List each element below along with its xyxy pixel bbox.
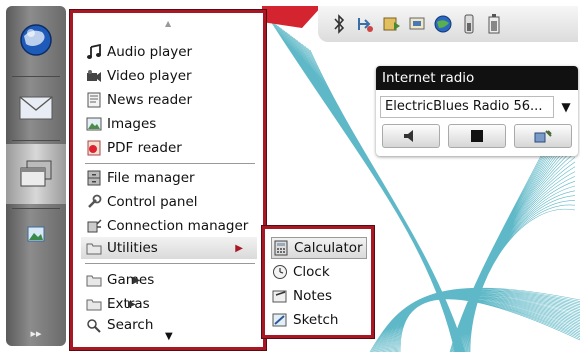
speaker-icon	[404, 130, 413, 142]
stop-button[interactable]	[448, 124, 506, 148]
menu-item-label: Images	[107, 116, 157, 132]
taskbar-expand-button[interactable]: ▸▸	[6, 322, 66, 344]
expand-icon: ▸▸	[30, 326, 42, 340]
volume-button[interactable]	[382, 124, 440, 148]
wrench-icon	[85, 194, 103, 210]
submenu-item-label: Notes	[293, 288, 332, 304]
utilities-submenu: Calculator Clock Notes Sketch	[262, 226, 374, 338]
scroll-down-indicator[interactable]: ▼	[165, 331, 173, 342]
taskbar-divider	[12, 140, 60, 141]
taskbar-divider	[12, 208, 60, 209]
radio-settings-icon	[534, 130, 552, 143]
status-bar	[318, 6, 578, 42]
clock-icon	[271, 264, 289, 280]
submenu-item-notes[interactable]: Notes	[271, 285, 332, 307]
menu-item-label: Games	[107, 272, 155, 288]
menu-item-label: Utilities	[107, 240, 158, 256]
menu-item-label: PDF reader	[107, 140, 182, 156]
menu-item-audio-player[interactable]: Audio player	[85, 41, 192, 63]
scroll-up-indicator[interactable]: ▲	[165, 19, 171, 28]
images-app-icon	[27, 226, 45, 242]
presence-icon[interactable]	[380, 12, 402, 36]
windows-stack-icon	[20, 160, 52, 187]
wallpaper-red-stripe	[262, 6, 322, 28]
station-select[interactable]: ElectricBlues Radio 56...	[380, 96, 554, 118]
envelope-icon	[19, 96, 53, 120]
running-app-button[interactable]	[6, 212, 66, 256]
globe-icon	[20, 24, 52, 56]
menu-item-connection-manager[interactable]: Connection manager	[85, 215, 248, 237]
image-icon	[85, 116, 103, 132]
connection-icon	[85, 218, 103, 234]
internet-radio-widget: Internet radio ElectricBlues Radio 56...…	[376, 66, 578, 156]
submenu-arrow-icon: ▶	[127, 298, 136, 310]
menu-item-label: Audio player	[107, 44, 193, 60]
submenu-arrow-icon: ▶	[235, 242, 243, 254]
submenu-item-clock[interactable]: Clock	[271, 261, 330, 283]
folder-icon	[85, 240, 103, 256]
menu-item-extras[interactable]: Extras ▶	[85, 293, 150, 315]
stop-icon	[471, 130, 483, 142]
menu-item-images[interactable]: Images	[85, 113, 156, 135]
bluetooth-icon[interactable]	[328, 12, 350, 36]
submenu-arrow-icon: ▶	[132, 274, 141, 286]
menu-item-news-reader[interactable]: News reader	[85, 89, 192, 111]
applications-menu: ▲ Audio player Video player News reader …	[70, 10, 266, 350]
menu-item-search[interactable]: Search	[85, 317, 153, 333]
battery-icon[interactable]	[484, 12, 506, 36]
submenu-item-sketch[interactable]: Sketch	[271, 309, 338, 331]
radio-settings-button[interactable]	[514, 124, 572, 148]
menu-item-games[interactable]: Games ▶	[85, 269, 154, 291]
internet-globe-icon[interactable]	[432, 12, 454, 36]
newspaper-icon	[85, 92, 103, 108]
calculator-icon	[272, 240, 290, 256]
menu-divider	[85, 263, 255, 264]
menu-item-utilities[interactable]: Utilities ▶	[81, 237, 257, 259]
menu-item-label: Search	[107, 317, 154, 333]
radio-widget-title: Internet radio	[376, 66, 578, 90]
communication-button[interactable]	[6, 80, 66, 136]
folder-icon	[85, 296, 103, 312]
music-note-icon	[85, 44, 103, 60]
menu-item-control-panel[interactable]: Control panel	[85, 191, 198, 213]
submenu-item-calculator[interactable]: Calculator	[271, 237, 367, 259]
signal-icon[interactable]	[458, 12, 480, 36]
pdf-icon	[85, 140, 103, 156]
video-camera-icon	[85, 68, 103, 84]
file-cabinet-icon	[85, 170, 103, 186]
menu-divider	[85, 163, 255, 164]
submenu-item-label: Clock	[293, 264, 330, 280]
menu-item-label: Connection manager	[107, 218, 249, 234]
menu-item-label: File manager	[107, 170, 195, 186]
usb-icon[interactable]	[354, 12, 376, 36]
menu-item-file-manager[interactable]: File manager	[85, 167, 195, 189]
menu-item-label: Control panel	[107, 194, 198, 210]
applications-button[interactable]	[6, 144, 66, 204]
display-icon[interactable]	[406, 12, 428, 36]
notes-icon	[271, 288, 289, 304]
taskbar-divider	[12, 76, 60, 77]
submenu-item-label: Calculator	[294, 240, 363, 256]
internet-button[interactable]	[6, 12, 66, 68]
menu-item-label: News reader	[107, 92, 193, 108]
task-navigator: ▸▸	[6, 6, 66, 346]
submenu-item-label: Sketch	[293, 312, 339, 328]
search-icon	[85, 317, 103, 333]
menu-item-label: Video player	[107, 68, 192, 84]
menu-item-pdf-reader[interactable]: PDF reader	[85, 137, 182, 159]
station-dropdown-icon[interactable]: ▼	[558, 96, 574, 118]
folder-icon	[85, 272, 103, 288]
menu-item-video-player[interactable]: Video player	[85, 65, 192, 87]
sketch-icon	[271, 312, 289, 328]
